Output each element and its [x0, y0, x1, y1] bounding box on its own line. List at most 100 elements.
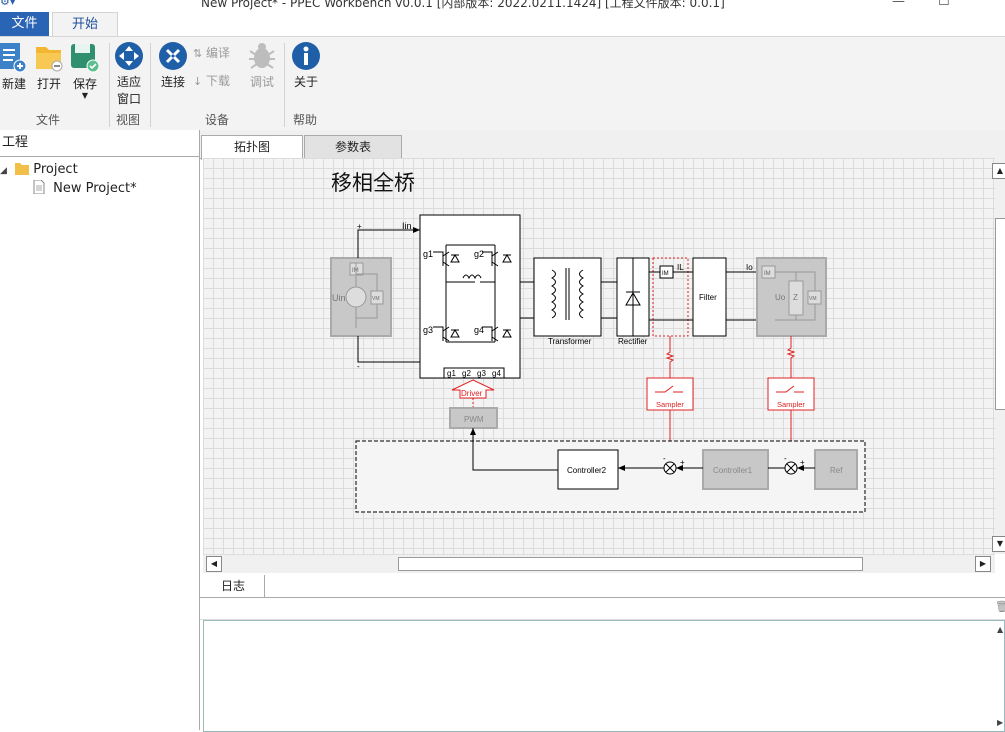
load-im-label: IM	[764, 271, 771, 277]
pwm-label: PWM	[464, 415, 484, 424]
scroll-down-icon[interactable]: ▼	[992, 536, 1005, 552]
ribbon-tab-row: 文件 开始	[0, 12, 1005, 38]
switch-g3-label: g3	[423, 325, 433, 335]
tab-log[interactable]: 日志	[202, 575, 265, 597]
gate-g1-label: g1	[447, 369, 456, 378]
uin-im-label: IM	[352, 268, 359, 274]
compile-icon: ⇅	[193, 47, 203, 60]
new-button[interactable]: 新建	[0, 41, 28, 92]
transformer[interactable]: Transformer	[533, 257, 602, 346]
topology-canvas[interactable]: 移相全桥 IM Uin VM + - Iin g1 g2 g3 g4 g1 g2…	[203, 158, 995, 554]
tab-file[interactable]: 文件	[0, 12, 49, 36]
fit-label-line2: 窗口	[116, 92, 141, 106]
about-button[interactable]: 关于	[290, 41, 322, 90]
z-label: Z	[793, 293, 798, 302]
sampler-left[interactable]: Sampler	[646, 377, 694, 411]
controller2-label: Controller2	[567, 466, 607, 475]
group-view-label: 视图	[116, 113, 141, 127]
horizontal-scroll-thumb[interactable]	[398, 557, 863, 571]
group-help-label: 帮助	[293, 113, 318, 127]
rectifier-label: Rectifier	[618, 337, 648, 346]
ribbon-separator	[109, 43, 110, 127]
sum-junction-right[interactable]	[784, 461, 798, 475]
gate-g2-label: g2	[462, 369, 471, 378]
topology-diagram: 移相全桥 IM Uin VM + - Iin g1 g2 g3 g4 g1 g2…	[330, 172, 866, 513]
log-scroll-up-icon[interactable]: ▲	[997, 625, 1003, 634]
app-icon[interactable]: ⚙▾	[0, 0, 15, 8]
project-panel-title: 工程	[0, 130, 199, 157]
group-file-label: 文件	[36, 113, 61, 127]
input-source[interactable]: IM Uin VM	[330, 257, 392, 337]
il-label: IL	[677, 263, 684, 272]
download-button[interactable]: ↓ 下载	[193, 72, 243, 89]
log-scroll-right-icon[interactable]: ▶	[997, 718, 1003, 727]
download-icon: ↓	[193, 75, 203, 88]
switch-g2-label: g2	[474, 249, 484, 259]
ribbon-separator	[284, 43, 285, 127]
connect-icon	[159, 42, 187, 70]
ribbon: 新建 打开 保存 ▼ 适应 窗口 连接 ⇅ 编译 ↓ 下载 调试 关于 文件 视…	[0, 36, 1005, 131]
log-panel-header: 日志	[200, 575, 1005, 598]
open-button[interactable]: 打开	[34, 41, 64, 92]
save-dropdown-icon[interactable]: ▼	[70, 92, 100, 100]
minimize-button[interactable]: —	[892, 0, 905, 9]
save-label: 保存	[72, 77, 97, 91]
sum-right-plus: +	[800, 458, 805, 467]
log-toolbar: 🗑	[200, 598, 1005, 620]
scroll-left-icon[interactable]: ◀	[206, 556, 222, 572]
debug-label: 调试	[249, 75, 274, 89]
rectifier[interactable]: Rectifier	[616, 257, 650, 346]
compile-button[interactable]: ⇅ 编译	[193, 44, 243, 61]
switch-g1-label: g1	[423, 249, 433, 259]
diagram-title: 移相全桥	[331, 172, 415, 195]
tab-params[interactable]: 参数表	[304, 135, 402, 158]
tab-topology[interactable]: 拓扑图	[201, 135, 303, 160]
new-file-icon	[0, 43, 27, 73]
fit-window-button[interactable]: 适应 窗口	[113, 41, 145, 107]
save-button[interactable]: 保存 ▼	[70, 41, 100, 100]
connect-button[interactable]: 连接	[157, 41, 189, 90]
expand-icon[interactable]: ◢	[0, 166, 7, 176]
tree-node-project[interactable]: ◢ Project	[0, 162, 78, 177]
controller1-label: Controller1	[713, 466, 753, 475]
gate-g3-label: g3	[477, 369, 486, 378]
load-vm-label: VM	[809, 296, 817, 302]
io-label: Io	[746, 263, 753, 272]
scroll-up-icon[interactable]: ▲	[992, 163, 1005, 179]
sum-right-minus: -	[784, 454, 787, 463]
title-bar: ⚙▾ New Project* - PPEC Workbench v0.0.1 …	[0, 0, 1005, 12]
canvas-vertical-scrollbar[interactable]: ▲ ▼	[992, 158, 1005, 554]
compile-label: 编译	[206, 46, 231, 60]
scroll-right-icon[interactable]: ▶	[975, 556, 991, 572]
driver-label: Driver	[461, 389, 483, 398]
tree-node-project-label: Project	[33, 162, 78, 177]
sampler-right-label: Sampler	[777, 400, 805, 409]
il-im-label: IM	[662, 271, 669, 277]
tree-node-new-project[interactable]: New Project*	[33, 179, 137, 196]
sum-left-minus: -	[663, 454, 666, 463]
vertical-scroll-thumb[interactable]	[995, 218, 1005, 410]
uin-label: Uin	[332, 293, 346, 303]
switch-g4-label: g4	[474, 325, 484, 335]
driver-block[interactable]: Driver	[451, 379, 495, 399]
maximize-button[interactable]: ☐	[938, 0, 950, 9]
sampler-right[interactable]: Sampler	[767, 377, 815, 411]
uo-label: Uo	[775, 293, 786, 302]
tab-start[interactable]: 开始	[52, 12, 118, 38]
document-icon	[33, 179, 45, 195]
full-bridge[interactable]: g1 g2 g3 g4 g1 g2 g3 g4	[419, 214, 521, 379]
debug-button[interactable]: 调试	[246, 41, 278, 90]
open-label: 打开	[36, 77, 61, 91]
log-output-area[interactable]	[203, 620, 1005, 732]
transformer-label: Transformer	[548, 337, 592, 346]
about-label: 关于	[293, 75, 318, 89]
sum-junction-left[interactable]	[663, 461, 677, 475]
filter-label: Filter	[699, 293, 717, 302]
canvas-horizontal-scrollbar[interactable]: ◀ ▶	[203, 554, 995, 573]
tree-node-new-project-label: New Project*	[53, 181, 137, 196]
ribbon-separator	[150, 43, 151, 127]
output-load[interactable]: IM Uo Z VM	[756, 257, 827, 337]
clear-log-icon[interactable]: 🗑	[995, 600, 1005, 613]
sum-left-plus: +	[680, 458, 685, 467]
bug-icon	[249, 43, 275, 69]
